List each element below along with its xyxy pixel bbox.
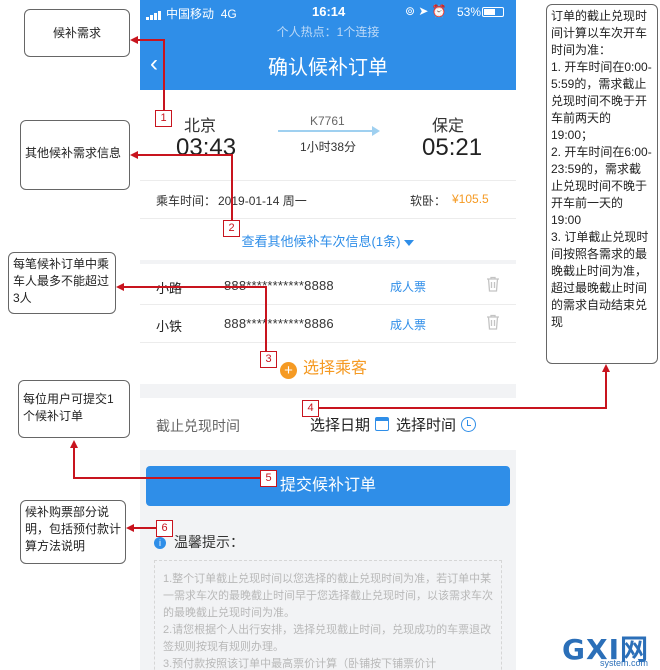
page-title: 确认候补订单 <box>268 57 388 79</box>
arrowhead-6 <box>126 524 134 532</box>
carrier-name: 中国移动 <box>166 7 215 21</box>
signal-icon <box>146 6 162 20</box>
alarm-icon: ⏰ <box>431 4 447 18</box>
ticket-price: ¥105.5 <box>452 192 489 206</box>
arrival-time: 05:21 <box>422 134 483 161</box>
divider <box>140 218 516 219</box>
annotation-note-5: 每位用户可提交1个候补订单 <box>18 380 130 438</box>
ticket-type[interactable]: 成人票 <box>390 316 426 333</box>
annotation-badge-5: 5 <box>260 470 277 487</box>
arrival-city: 保定 <box>432 118 465 135</box>
arrowhead-2 <box>130 151 138 159</box>
select-passenger-label: 选择乘客 <box>303 360 368 377</box>
trip-duration: 1小时38分 <box>300 140 357 154</box>
arrowhead-1 <box>130 36 138 44</box>
seat-type: 软卧： <box>410 194 447 208</box>
location-icon: ➤ <box>418 4 429 18</box>
train-info-card: 北京 03:43 K7761 1小时38分 保定 05:21 乘车时间： 201… <box>140 90 516 260</box>
annotation-badge-6: 6 <box>156 520 173 537</box>
site-watermark: GXI网 system.com <box>560 628 660 670</box>
hotspot-banner[interactable]: 个人热点：1个连接 <box>140 24 516 40</box>
clock: 16:14 <box>312 4 346 19</box>
passenger-id: 888***********8888 <box>224 278 334 293</box>
select-passenger-button[interactable]: + 选择乘客 <box>280 354 367 379</box>
tips-line: 2.请您根据个人出行安排，选择兑现截止时间，兑现成功的车票退改签规则按现有规则办… <box>163 624 492 653</box>
deadline-label: 截止兑现时间 <box>156 418 240 434</box>
annotation-note-2: 其他候补需求信息 <box>20 120 130 190</box>
submit-order-button[interactable]: 提交候补订单 <box>146 466 510 506</box>
time-picker-label: 选择时间 <box>396 417 457 434</box>
divider <box>140 180 516 181</box>
date-picker[interactable]: 选择日期 <box>310 414 390 435</box>
arrowhead-3 <box>116 283 124 291</box>
annotation-badge-2: 2 <box>223 220 240 237</box>
annotation-note-4: 订单的截止兑现时间计算以车次开车时间为准： 1. 开车时间在0:00-5:59的… <box>546 4 658 364</box>
route-arrow-icon <box>278 126 380 136</box>
depart-date-label: 乘车时间： <box>156 194 217 208</box>
other-trains-link[interactable]: 查看其他候补车次信息(1条) <box>140 231 516 250</box>
annotation-note-1: 候补需求 <box>24 9 130 57</box>
ticket-type[interactable]: 成人票 <box>390 278 426 295</box>
annotation-note-3: 每笔候补订单中乘车人最多不能超过3人 <box>8 252 116 314</box>
passenger-row: 小铁 888***********8886 成人票 <box>140 304 516 342</box>
passenger-row: 小路 888***********8888 成人票 <box>140 266 516 304</box>
plus-icon: + <box>280 362 297 379</box>
annotation-badge-4: 4 <box>302 400 319 417</box>
departure-time: 03:43 <box>176 134 237 161</box>
info-icon: i <box>154 537 166 549</box>
passenger-list: 小路 888***********8888 成人票 小铁 888********… <box>140 264 516 384</box>
tips-line: 1.整个订单截止兑现时间以您选择的截止兑现时间为准，若订单中某一需求车次的最晚截… <box>163 573 493 619</box>
train-number: K7761 <box>310 114 345 128</box>
other-trains-label: 查看其他候补车次信息(1条) <box>241 234 401 249</box>
lock-rotation-icon: ⊚ <box>405 4 416 18</box>
divider <box>140 342 516 343</box>
arrowhead-5 <box>70 440 78 448</box>
annotation-badge-1: 1 <box>155 110 172 127</box>
watermark-domain: system.com <box>600 658 649 668</box>
clock-icon <box>461 417 477 432</box>
depart-date: 2019-01-14 周一 <box>218 194 307 208</box>
tips-box: 1.整个订单截止兑现时间以您选择的截止兑现时间为准，若订单中某一需求车次的最晚截… <box>154 560 502 670</box>
trash-icon[interactable] <box>486 276 500 297</box>
tips-title: 温馨提示： <box>174 534 244 550</box>
status-bar: 中国移动 4G 16:14 ⊚ ➤ ⏰ 53% <box>140 0 516 24</box>
date-picker-label: 选择日期 <box>310 417 371 434</box>
passenger-id: 888***********8886 <box>224 316 334 331</box>
passenger-name: 小铁 <box>156 319 183 334</box>
passenger-name: 小路 <box>156 281 183 296</box>
time-picker[interactable]: 选择时间 <box>396 414 477 435</box>
battery-percent: 53% <box>457 5 482 19</box>
caret-down-icon <box>404 239 415 246</box>
tips-line: 3.预付款按照该订单中最高票价计算（卧铺按下铺票价计 <box>163 658 437 670</box>
nav-bar: ‹ 确认候补订单 <box>140 40 516 90</box>
phone-screen: 中国移动 4G 16:14 ⊚ ➤ ⏰ 53% 个人热点：1个连接 ‹ 确认候补… <box>140 0 516 670</box>
arrowhead-4 <box>602 364 610 372</box>
status-icons: ⊚ ➤ ⏰ <box>405 4 447 18</box>
departure-city: 北京 <box>184 118 217 135</box>
annotation-note-6: 候补购票部分说明，包括预付款计算方法说明 <box>20 500 126 564</box>
deadline-row: 截止兑现时间 选择日期 选择时间 <box>140 398 516 450</box>
trash-icon[interactable] <box>486 314 500 335</box>
battery-icon <box>482 7 504 17</box>
network-type: 4G <box>220 7 237 21</box>
annotation-badge-3: 3 <box>260 351 277 368</box>
calendar-icon <box>375 417 390 431</box>
